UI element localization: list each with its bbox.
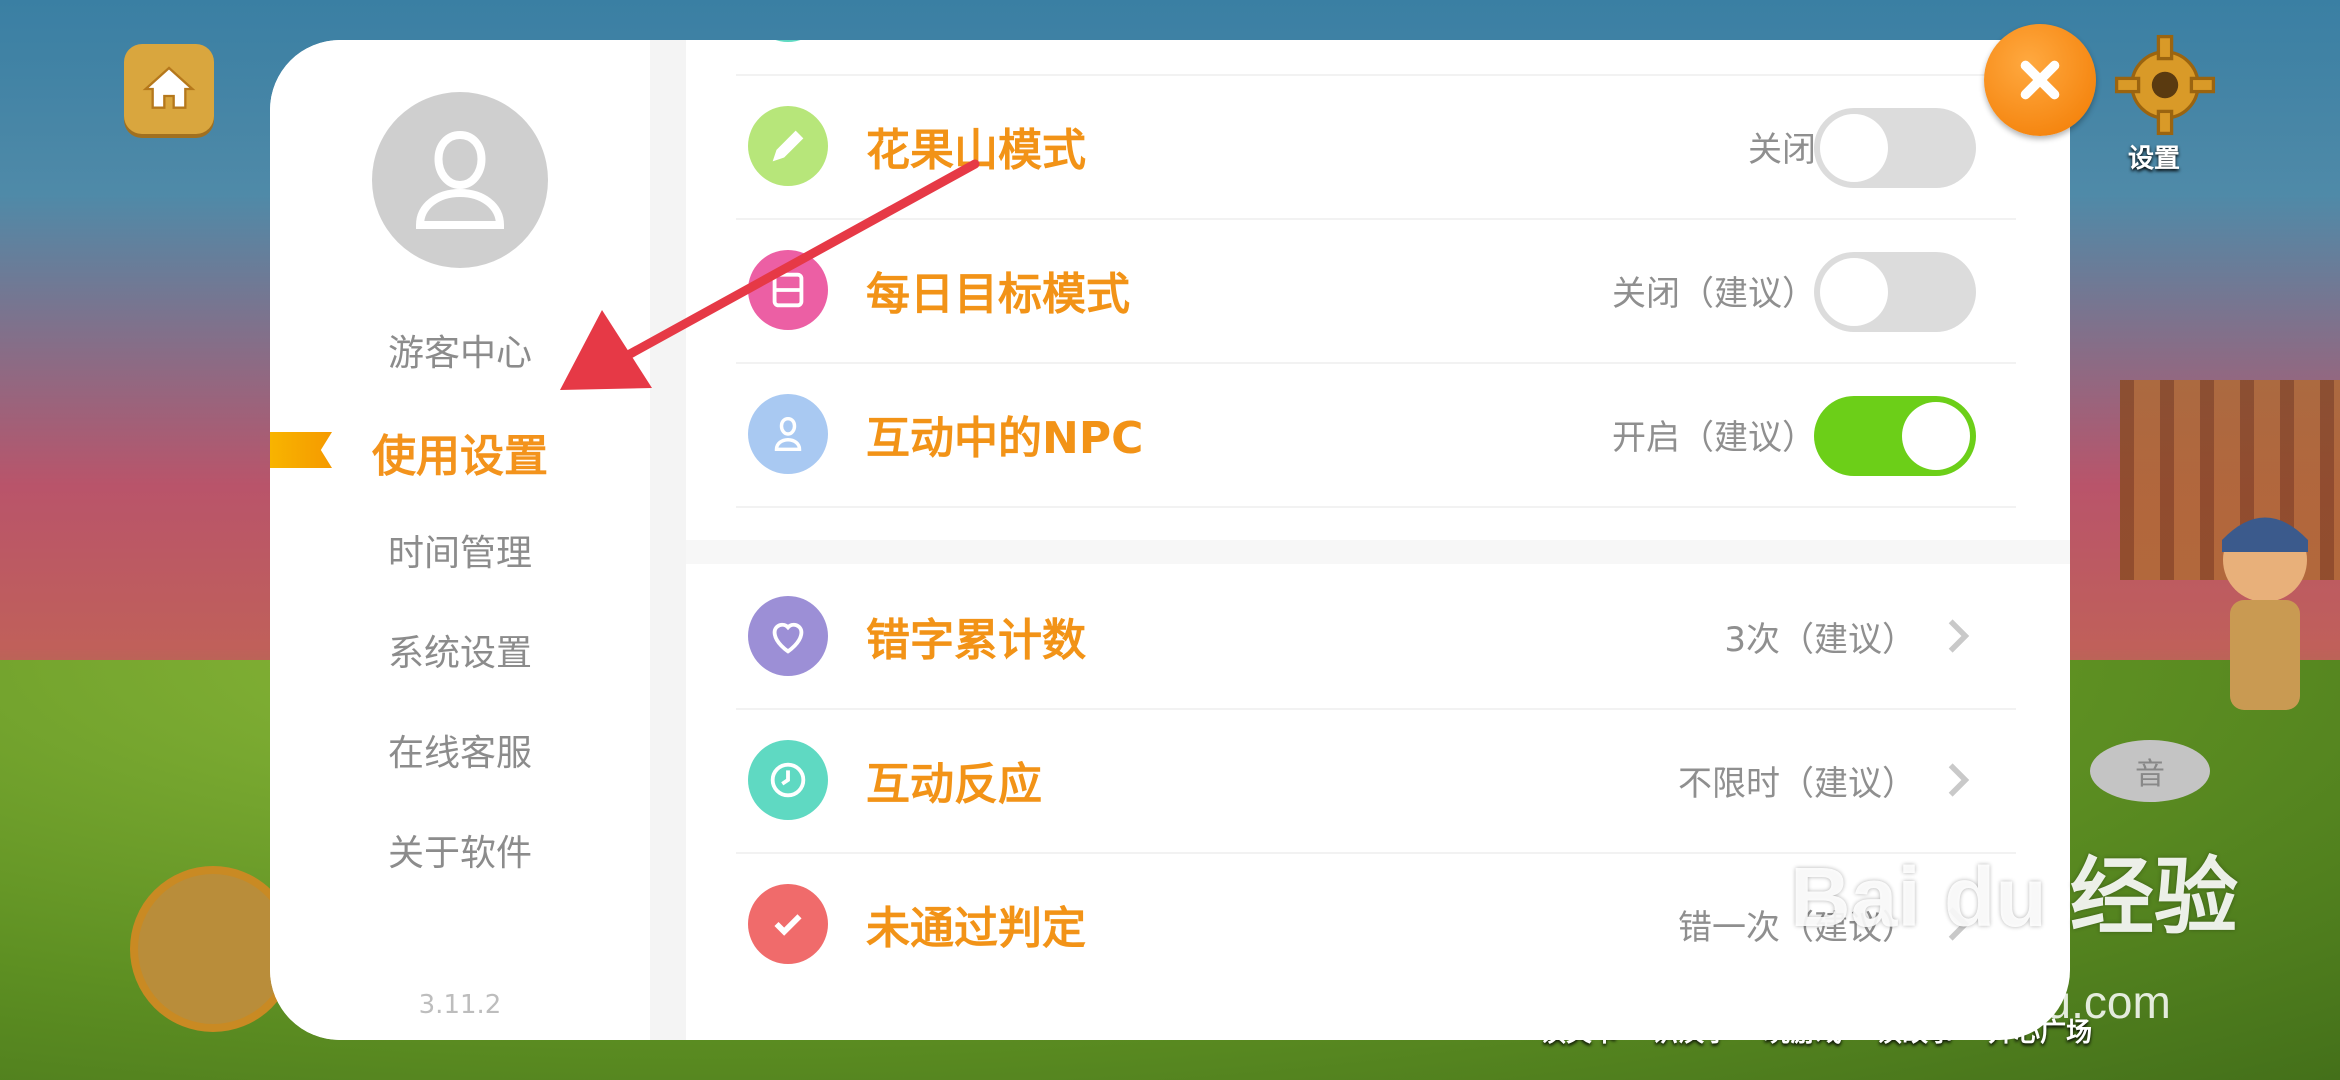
- user-icon: [415, 130, 505, 229]
- sidebar-item-usage-settings[interactable]: 使用设置: [270, 420, 650, 484]
- heart-icon: [748, 596, 828, 676]
- close-button[interactable]: [1984, 24, 2096, 136]
- row-value: 3次（建议）: [1724, 620, 1916, 660]
- npc-toggle[interactable]: [1814, 396, 1976, 476]
- sidebar-item-time-management[interactable]: 时间管理: [270, 524, 650, 576]
- sidebar-item-system-settings[interactable]: 系统设置: [270, 624, 650, 676]
- toggle-knob: [1820, 114, 1888, 182]
- row-value: 开启（建议）: [1612, 418, 1816, 458]
- row-value: 关闭: [1748, 130, 1816, 170]
- settings-label: 设置: [2128, 144, 2181, 174]
- watermark-url: jingyan.baidu.com: [1800, 976, 2171, 1028]
- sound-button[interactable]: 音: [2090, 740, 2210, 802]
- clock-icon: [748, 740, 828, 820]
- row-value: 关闭（建议）: [1612, 274, 1816, 314]
- close-icon: [2020, 60, 2060, 100]
- row-title: 错字累计数: [866, 615, 1086, 666]
- npc-character: [2222, 517, 2308, 710]
- settings-row-typo-count[interactable]: 错字累计数 3次（建议）: [736, 564, 2016, 710]
- row-value: 不限时（建议）: [1678, 764, 1916, 804]
- profile-avatar[interactable]: [372, 92, 548, 268]
- chevron-right-icon: [1948, 763, 1970, 797]
- settings-row-partial: [736, 40, 2016, 76]
- app-version: 3.11.2: [418, 990, 502, 1020]
- check-icon: [748, 884, 828, 964]
- toggle-knob: [1820, 258, 1888, 326]
- toggle-knob: [1902, 402, 1970, 470]
- row-title: 未通过判定: [866, 903, 1086, 954]
- sidebar-item-online-support[interactable]: 在线客服: [270, 724, 650, 776]
- section-divider: [686, 540, 2070, 564]
- daily-goal-toggle[interactable]: [1814, 252, 1976, 332]
- watermark-brand: Bai du 经验: [1790, 850, 2239, 944]
- row-title: 互动中的NPC: [866, 413, 1144, 464]
- sidebar-item-about[interactable]: 关于软件: [270, 824, 650, 876]
- home-button[interactable]: [124, 44, 214, 134]
- gear-icon[interactable]: [2110, 30, 2220, 140]
- partial-row-icon: [748, 40, 828, 42]
- home-icon: [142, 66, 196, 109]
- huaguoshan-toggle[interactable]: [1814, 108, 1976, 188]
- row-title: 互动反应: [866, 759, 1042, 810]
- annotation-arrow: [560, 159, 980, 390]
- chevron-right-icon: [1948, 619, 1970, 653]
